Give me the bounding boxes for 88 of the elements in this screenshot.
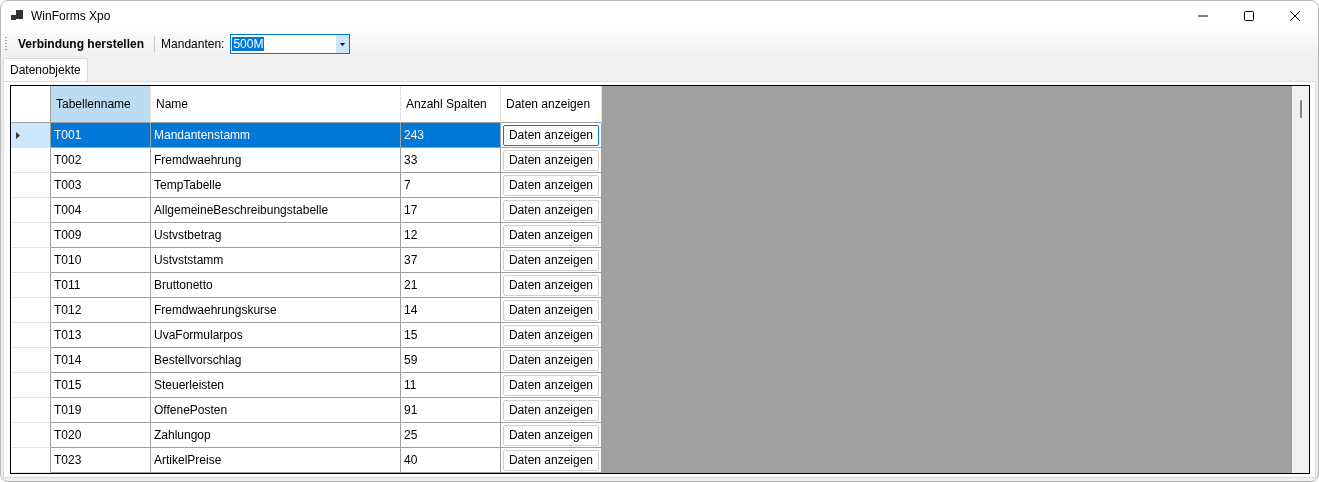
table-cell: 7 (401, 173, 501, 198)
row-header[interactable] (11, 423, 51, 448)
table-cell: ArtikelPreise (151, 448, 401, 473)
table-cell: T004 (51, 198, 151, 223)
connect-button[interactable]: Verbindung herstellen (14, 35, 149, 53)
table-cell: 40 (401, 448, 501, 473)
show-data-button[interactable]: Daten anzeigen (503, 199, 599, 221)
table-cell: TempTabelle (151, 173, 401, 198)
table-cell: Fremdwaehrung (151, 148, 401, 173)
show-data-button[interactable]: Daten anzeigen (503, 374, 599, 396)
maximize-icon (1244, 11, 1254, 21)
show-data-button[interactable]: Daten anzeigen (503, 449, 599, 471)
table-cell: 91 (401, 398, 501, 423)
table-cell: 21 (401, 273, 501, 298)
column-header[interactable]: Daten anzeigen (501, 86, 602, 123)
table-cell: 33 (401, 148, 501, 173)
table-cell: T015 (51, 373, 151, 398)
row-header[interactable] (11, 248, 51, 273)
table-cell: T023 (51, 448, 151, 473)
table-cell: T009 (51, 223, 151, 248)
table-cell: AllgemeineBeschreibungstabelle (151, 198, 401, 223)
current-row-arrow-icon (16, 131, 20, 139)
show-data-button[interactable]: Daten anzeigen (503, 349, 599, 371)
row-header[interactable] (11, 448, 51, 473)
table-cell: Fremdwaehrungskurse (151, 298, 401, 323)
column-header[interactable]: Tabellenname (51, 86, 151, 123)
show-data-button[interactable]: Daten anzeigen (503, 424, 599, 446)
show-data-button[interactable]: Daten anzeigen (503, 249, 599, 271)
table-cell: T013 (51, 323, 151, 348)
table-cell: Ustvstbetrag (151, 223, 401, 248)
row-header[interactable] (11, 348, 51, 373)
table-cell: T012 (51, 298, 151, 323)
table-cell: 25 (401, 423, 501, 448)
table-cell: T020 (51, 423, 151, 448)
column-header[interactable]: Name (151, 86, 401, 123)
table-cell: T001 (51, 123, 151, 148)
table-cell: T014 (51, 348, 151, 373)
column-header[interactable]: Anzahl Spalten (401, 86, 501, 123)
client-label: Mandanten: (161, 37, 225, 51)
row-header[interactable] (11, 373, 51, 398)
show-data-button[interactable]: Daten anzeigen (503, 399, 599, 421)
show-data-button[interactable]: Daten anzeigen (503, 299, 599, 321)
table-cell: 243 (401, 123, 501, 148)
table-cell: T002 (51, 148, 151, 173)
client-combo[interactable]: 500M (230, 34, 351, 54)
close-icon (1290, 11, 1300, 21)
app-icon (11, 10, 23, 22)
scrollbar-thumb[interactable] (1299, 100, 1302, 118)
show-data-button[interactable]: Daten anzeigen (503, 174, 599, 196)
vertical-scrollbar[interactable] (1292, 86, 1309, 473)
table-cell: T010 (51, 248, 151, 273)
table-cell: T011 (51, 273, 151, 298)
window-title: WinForms Xpo (31, 9, 112, 23)
toolbar-grip-icon[interactable] (5, 37, 8, 51)
row-header[interactable] (11, 398, 51, 423)
table-cell: 17 (401, 198, 501, 223)
table-cell: 59 (401, 348, 501, 373)
table-cell: UvaFormularpos (151, 323, 401, 348)
dropdown-arrow-icon (340, 42, 346, 46)
show-data-button[interactable]: Daten anzeigen (503, 149, 599, 171)
table-cell: 37 (401, 248, 501, 273)
table-cell: 11 (401, 373, 501, 398)
row-header[interactable] (11, 198, 51, 223)
table-cell: Zahlungop (151, 423, 401, 448)
grid-corner-header[interactable] (11, 86, 51, 123)
table-cell: 14 (401, 298, 501, 323)
row-header[interactable] (11, 173, 51, 198)
row-header[interactable] (11, 123, 51, 148)
row-header[interactable] (11, 273, 51, 298)
show-data-button[interactable]: Daten anzeigen (503, 224, 599, 246)
row-header[interactable] (11, 223, 51, 248)
table-cell: Bruttonetto (151, 273, 401, 298)
row-header[interactable] (11, 148, 51, 173)
row-header[interactable] (11, 298, 51, 323)
table-cell: T003 (51, 173, 151, 198)
table-cell: Bestellvorschlag (151, 348, 401, 373)
table-cell: 15 (401, 323, 501, 348)
table-cell: Steuerleisten (151, 373, 401, 398)
show-data-button[interactable]: Daten anzeigen (503, 274, 599, 296)
table-cell: Mandantenstamm (151, 123, 401, 148)
table-cell: OffenePosten (151, 398, 401, 423)
table-cell: T019 (51, 398, 151, 423)
table-cell: 12 (401, 223, 501, 248)
table-cell: Ustvststamm (151, 248, 401, 273)
tab[interactable]: Datenobjekte (3, 58, 88, 81)
row-header[interactable] (11, 323, 51, 348)
show-data-button[interactable]: Daten anzeigen (503, 324, 599, 346)
show-data-button[interactable]: Daten anzeigen (503, 124, 599, 146)
